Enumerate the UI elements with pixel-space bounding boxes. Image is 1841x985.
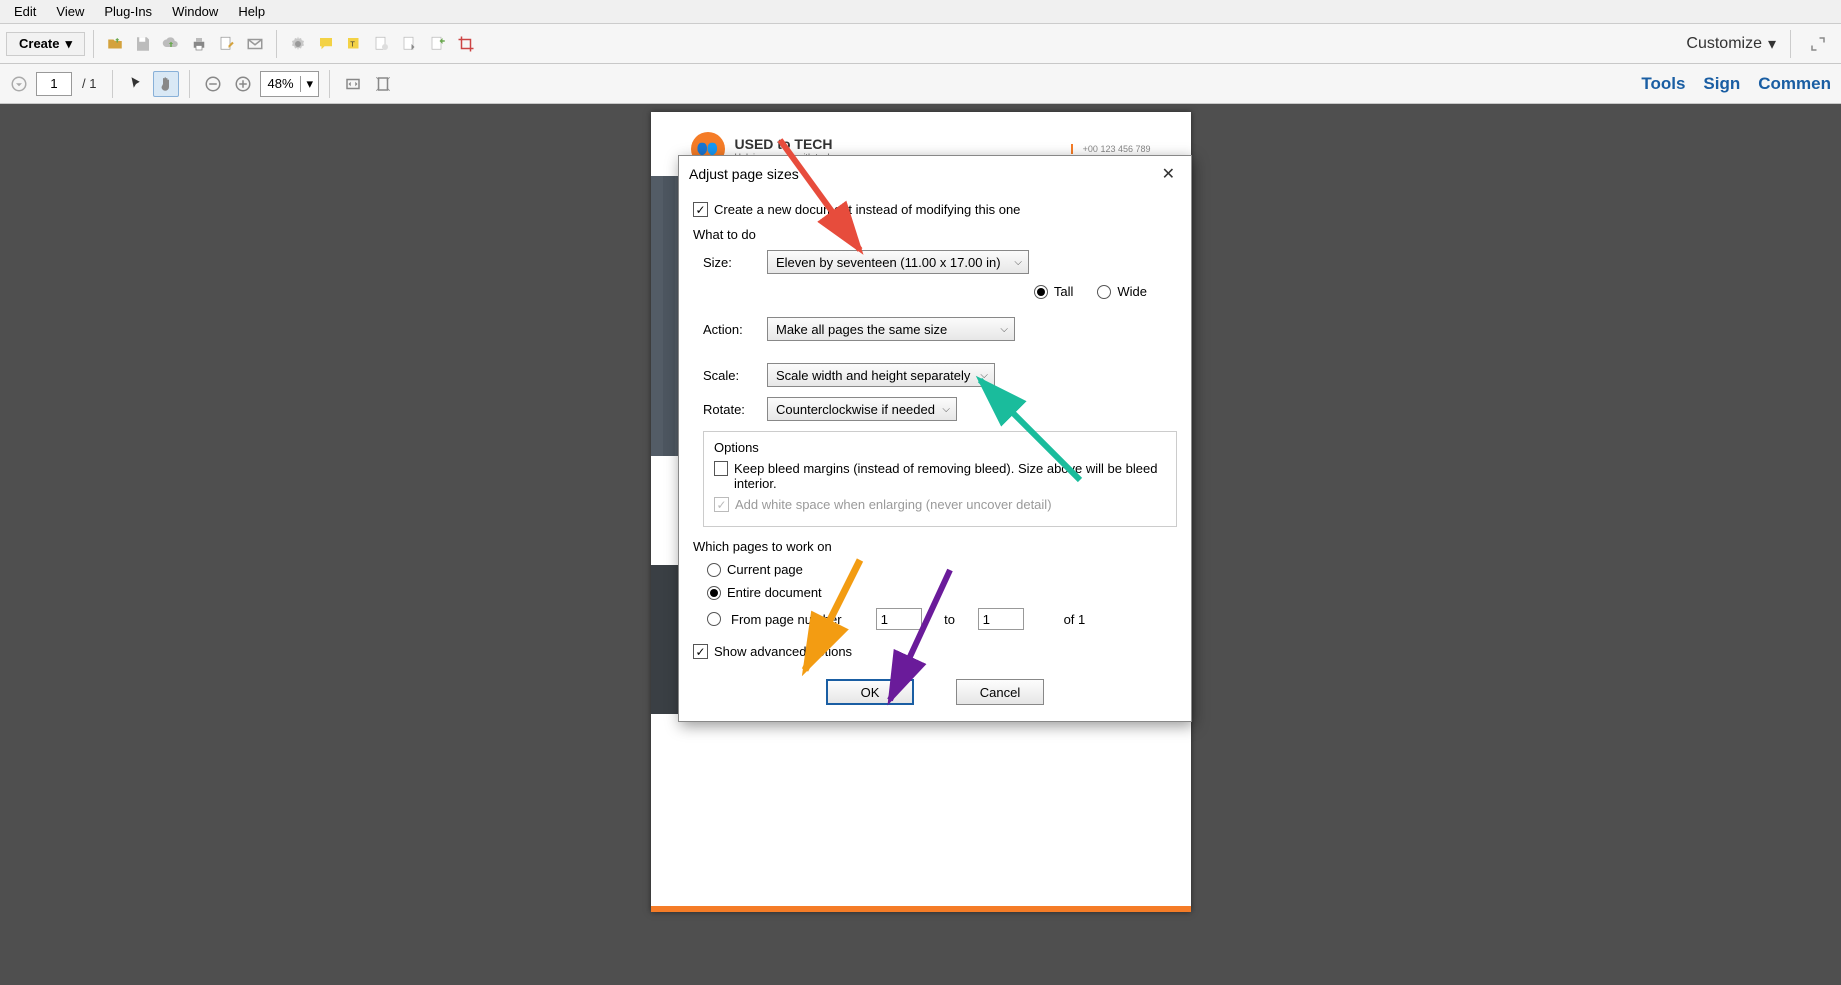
fit-width-icon[interactable]	[340, 71, 366, 97]
show-advanced-label: Show advanced options	[714, 644, 852, 659]
expand-icon[interactable]	[1805, 31, 1831, 57]
print-icon[interactable]	[186, 31, 212, 57]
doc-export-icon[interactable]	[425, 31, 451, 57]
chevron-down-icon: ⌵	[942, 404, 950, 415]
chevron-down-icon: ⌵	[1000, 324, 1008, 335]
open-icon[interactable]	[102, 31, 128, 57]
page-down-icon[interactable]	[6, 71, 32, 97]
pointer-icon[interactable]	[123, 71, 149, 97]
comment-tab[interactable]: Commen	[1758, 74, 1831, 94]
menu-edit[interactable]: Edit	[4, 2, 46, 21]
page-number-input[interactable]	[36, 72, 72, 96]
fit-page-icon[interactable]	[370, 71, 396, 97]
zoom-in-icon[interactable]	[230, 71, 256, 97]
chevron-down-icon: ▾	[300, 76, 318, 92]
chevron-down-icon: ▾	[1768, 34, 1776, 54]
scale-select[interactable]: Scale width and height separately⌵	[767, 363, 995, 387]
add-whitespace-checkbox: ✓	[714, 497, 729, 512]
chevron-down-icon: ⌵	[980, 370, 988, 381]
close-icon[interactable]: ✕	[1156, 162, 1181, 186]
cancel-button[interactable]: Cancel	[956, 679, 1044, 705]
menu-view[interactable]: View	[46, 2, 94, 21]
chevron-down-icon: ⌵	[1014, 257, 1022, 268]
mail-icon[interactable]	[242, 31, 268, 57]
add-whitespace-label: Add white space when enlarging (never un…	[735, 497, 1052, 512]
current-page-radio[interactable]	[707, 563, 721, 577]
tall-radio[interactable]	[1034, 285, 1048, 299]
show-advanced-checkbox[interactable]: ✓	[693, 644, 708, 659]
zoom-select[interactable]: 48%▾	[260, 71, 318, 97]
note-icon[interactable]: T	[341, 31, 367, 57]
create-new-checkbox[interactable]: ✓	[693, 202, 708, 217]
zoom-out-icon[interactable]	[200, 71, 226, 97]
cloud-upload-icon[interactable]	[158, 31, 184, 57]
sign-tab[interactable]: Sign	[1703, 74, 1740, 94]
section-which-pages: Which pages to work on	[693, 539, 1177, 554]
doc-phone: +00 123 456 789	[1071, 144, 1151, 154]
page-total: / 1	[76, 76, 102, 91]
from-page-radio[interactable]	[707, 612, 721, 626]
entire-document-radio[interactable]	[707, 586, 721, 600]
from-page-input[interactable]	[876, 608, 922, 630]
edit-doc-icon[interactable]	[214, 31, 240, 57]
size-select[interactable]: Eleven by seventeen (11.00 x 17.00 in)⌵	[767, 250, 1029, 274]
rotate-select[interactable]: Counterclockwise if needed⌵	[767, 397, 957, 421]
toolbar-nav: / 1 48%▾ Tools Sign Commen	[0, 64, 1841, 104]
keep-bleed-checkbox[interactable]	[714, 461, 728, 476]
dialog-title: Adjust page sizes	[689, 166, 799, 182]
doc-lock-icon[interactable]	[369, 31, 395, 57]
menu-help[interactable]: Help	[228, 2, 275, 21]
wide-radio[interactable]	[1097, 285, 1111, 299]
to-page-input[interactable]	[978, 608, 1024, 630]
svg-text:T: T	[350, 39, 355, 48]
tools-tab[interactable]: Tools	[1641, 74, 1685, 94]
section-what-to-do: What to do	[693, 227, 1177, 242]
toolbar-main: Create▾ T Customize▾	[0, 24, 1841, 64]
menu-window[interactable]: Window	[162, 2, 228, 21]
options-label: Options	[714, 440, 1166, 455]
hand-icon[interactable]	[153, 71, 179, 97]
keep-bleed-label: Keep bleed margins (instead of removing …	[734, 461, 1166, 491]
adjust-page-sizes-dialog: Adjust page sizes ✕ ✓ Create a new docum…	[678, 155, 1192, 722]
action-select[interactable]: Make all pages the same size⌵	[767, 317, 1015, 341]
crop-icon[interactable]	[453, 31, 479, 57]
chevron-down-icon: ▾	[65, 36, 72, 52]
save-icon[interactable]	[130, 31, 156, 57]
ok-button[interactable]: OK	[826, 679, 914, 705]
doc-next-icon[interactable]	[397, 31, 423, 57]
menu-bar: Edit View Plug-Ins Window Help	[0, 0, 1841, 24]
doc-logo-title: USED to TECH	[735, 136, 833, 152]
menu-plugins[interactable]: Plug-Ins	[94, 2, 162, 21]
create-button[interactable]: Create▾	[6, 32, 85, 56]
create-new-label: Create a new document instead of modifyi…	[714, 202, 1020, 217]
comment-icon[interactable]	[313, 31, 339, 57]
customize-button[interactable]: Customize▾	[1686, 34, 1776, 54]
gear-icon[interactable]	[285, 31, 311, 57]
